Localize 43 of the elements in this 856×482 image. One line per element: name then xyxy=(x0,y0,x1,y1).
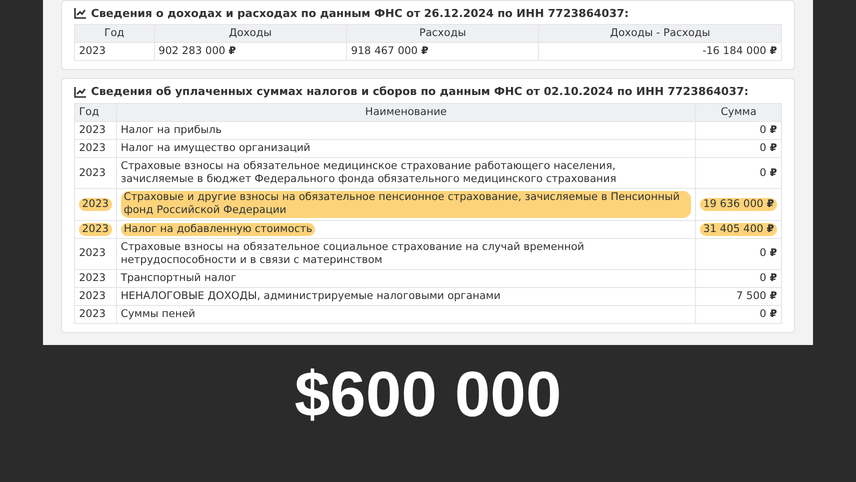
section-title: Сведения о доходах и расходах по данным ФНС от 26.12.2024 по ИНН 7723864037: xyxy=(91,7,629,20)
amount-cell: 0 ₽ xyxy=(760,142,777,155)
year-cell: 2023 xyxy=(79,124,106,137)
section-title: Сведения об уплаченных суммах налогов и сборов по данным ФНС от 02.10.2024 по ИНН 7723864037: xyxy=(91,85,749,99)
column-header: Доходы xyxy=(154,24,346,43)
year-cell: 2023 xyxy=(79,290,106,304)
year-cell: 2023 xyxy=(79,272,106,285)
column-header: Доходы - Расходы xyxy=(538,24,782,43)
year-cell: 2023 xyxy=(79,142,106,155)
tax-name: Налог на добавленную стоимость xyxy=(120,222,316,236)
chart-icon xyxy=(74,8,86,20)
amount-cell: 0 ₽ xyxy=(760,124,777,137)
table-cell: 918 467 000 ₽ xyxy=(346,42,539,61)
column-header: Расходы xyxy=(346,24,539,43)
amount-cell: 19 636 000 ₽ xyxy=(700,198,777,211)
tax-name: Налог на прибыль xyxy=(120,124,222,137)
tax-name: НЕНАЛОГОВЫЕ ДОХОДЫ, администрируемые налоговыми органами xyxy=(120,290,501,304)
tax-name: Страховые и другие взносы на обязательное пенсионное страхование, зачисляемые в Пенсионный фонд Российской Федерации xyxy=(120,191,692,218)
year-cell: 2023 xyxy=(79,222,112,236)
tax-name: Страховые взносы на обязательное медицинское страхование работающего населения, зачисляемые в бюджет Федерального фонда обязательного медицинского страхования xyxy=(120,160,618,186)
year-cell: 2023 xyxy=(79,247,106,260)
table-cell: 2023 xyxy=(74,42,154,61)
amount-cell: 7 500 ₽ xyxy=(736,290,777,304)
amount-cell: 31 405 400 ₽ xyxy=(700,222,777,236)
table-cell: -16 184 000 ₽ xyxy=(538,42,782,61)
year-cell: 2023 xyxy=(79,198,112,211)
tax-name: Страховые взносы на обязательное социальное страхование на случай временной нетрудоспособности и в связи с материнством xyxy=(120,240,586,267)
tax-name: Транспортный налог xyxy=(120,272,236,285)
column-header: Год xyxy=(74,24,154,43)
amount-cell: 0 ₽ xyxy=(760,308,777,322)
column-header: Сумма xyxy=(696,103,782,122)
year-cell: 2023 xyxy=(79,166,106,180)
table-cell: 902 283 000 ₽ xyxy=(154,42,346,61)
tax-name: Налог на имущество организаций xyxy=(120,142,310,155)
amount-cell: 0 ₽ xyxy=(760,166,777,180)
tax-name: Суммы пеней xyxy=(120,308,196,322)
amount-cell: 0 ₽ xyxy=(760,272,777,285)
chart-icon xyxy=(74,86,86,98)
column-header: Год xyxy=(74,103,116,122)
amount-cell: 0 ₽ xyxy=(760,247,777,260)
caption: $600 000 xyxy=(294,359,562,430)
year-cell: 2023 xyxy=(79,308,106,322)
column-header: Наименование xyxy=(116,103,696,122)
